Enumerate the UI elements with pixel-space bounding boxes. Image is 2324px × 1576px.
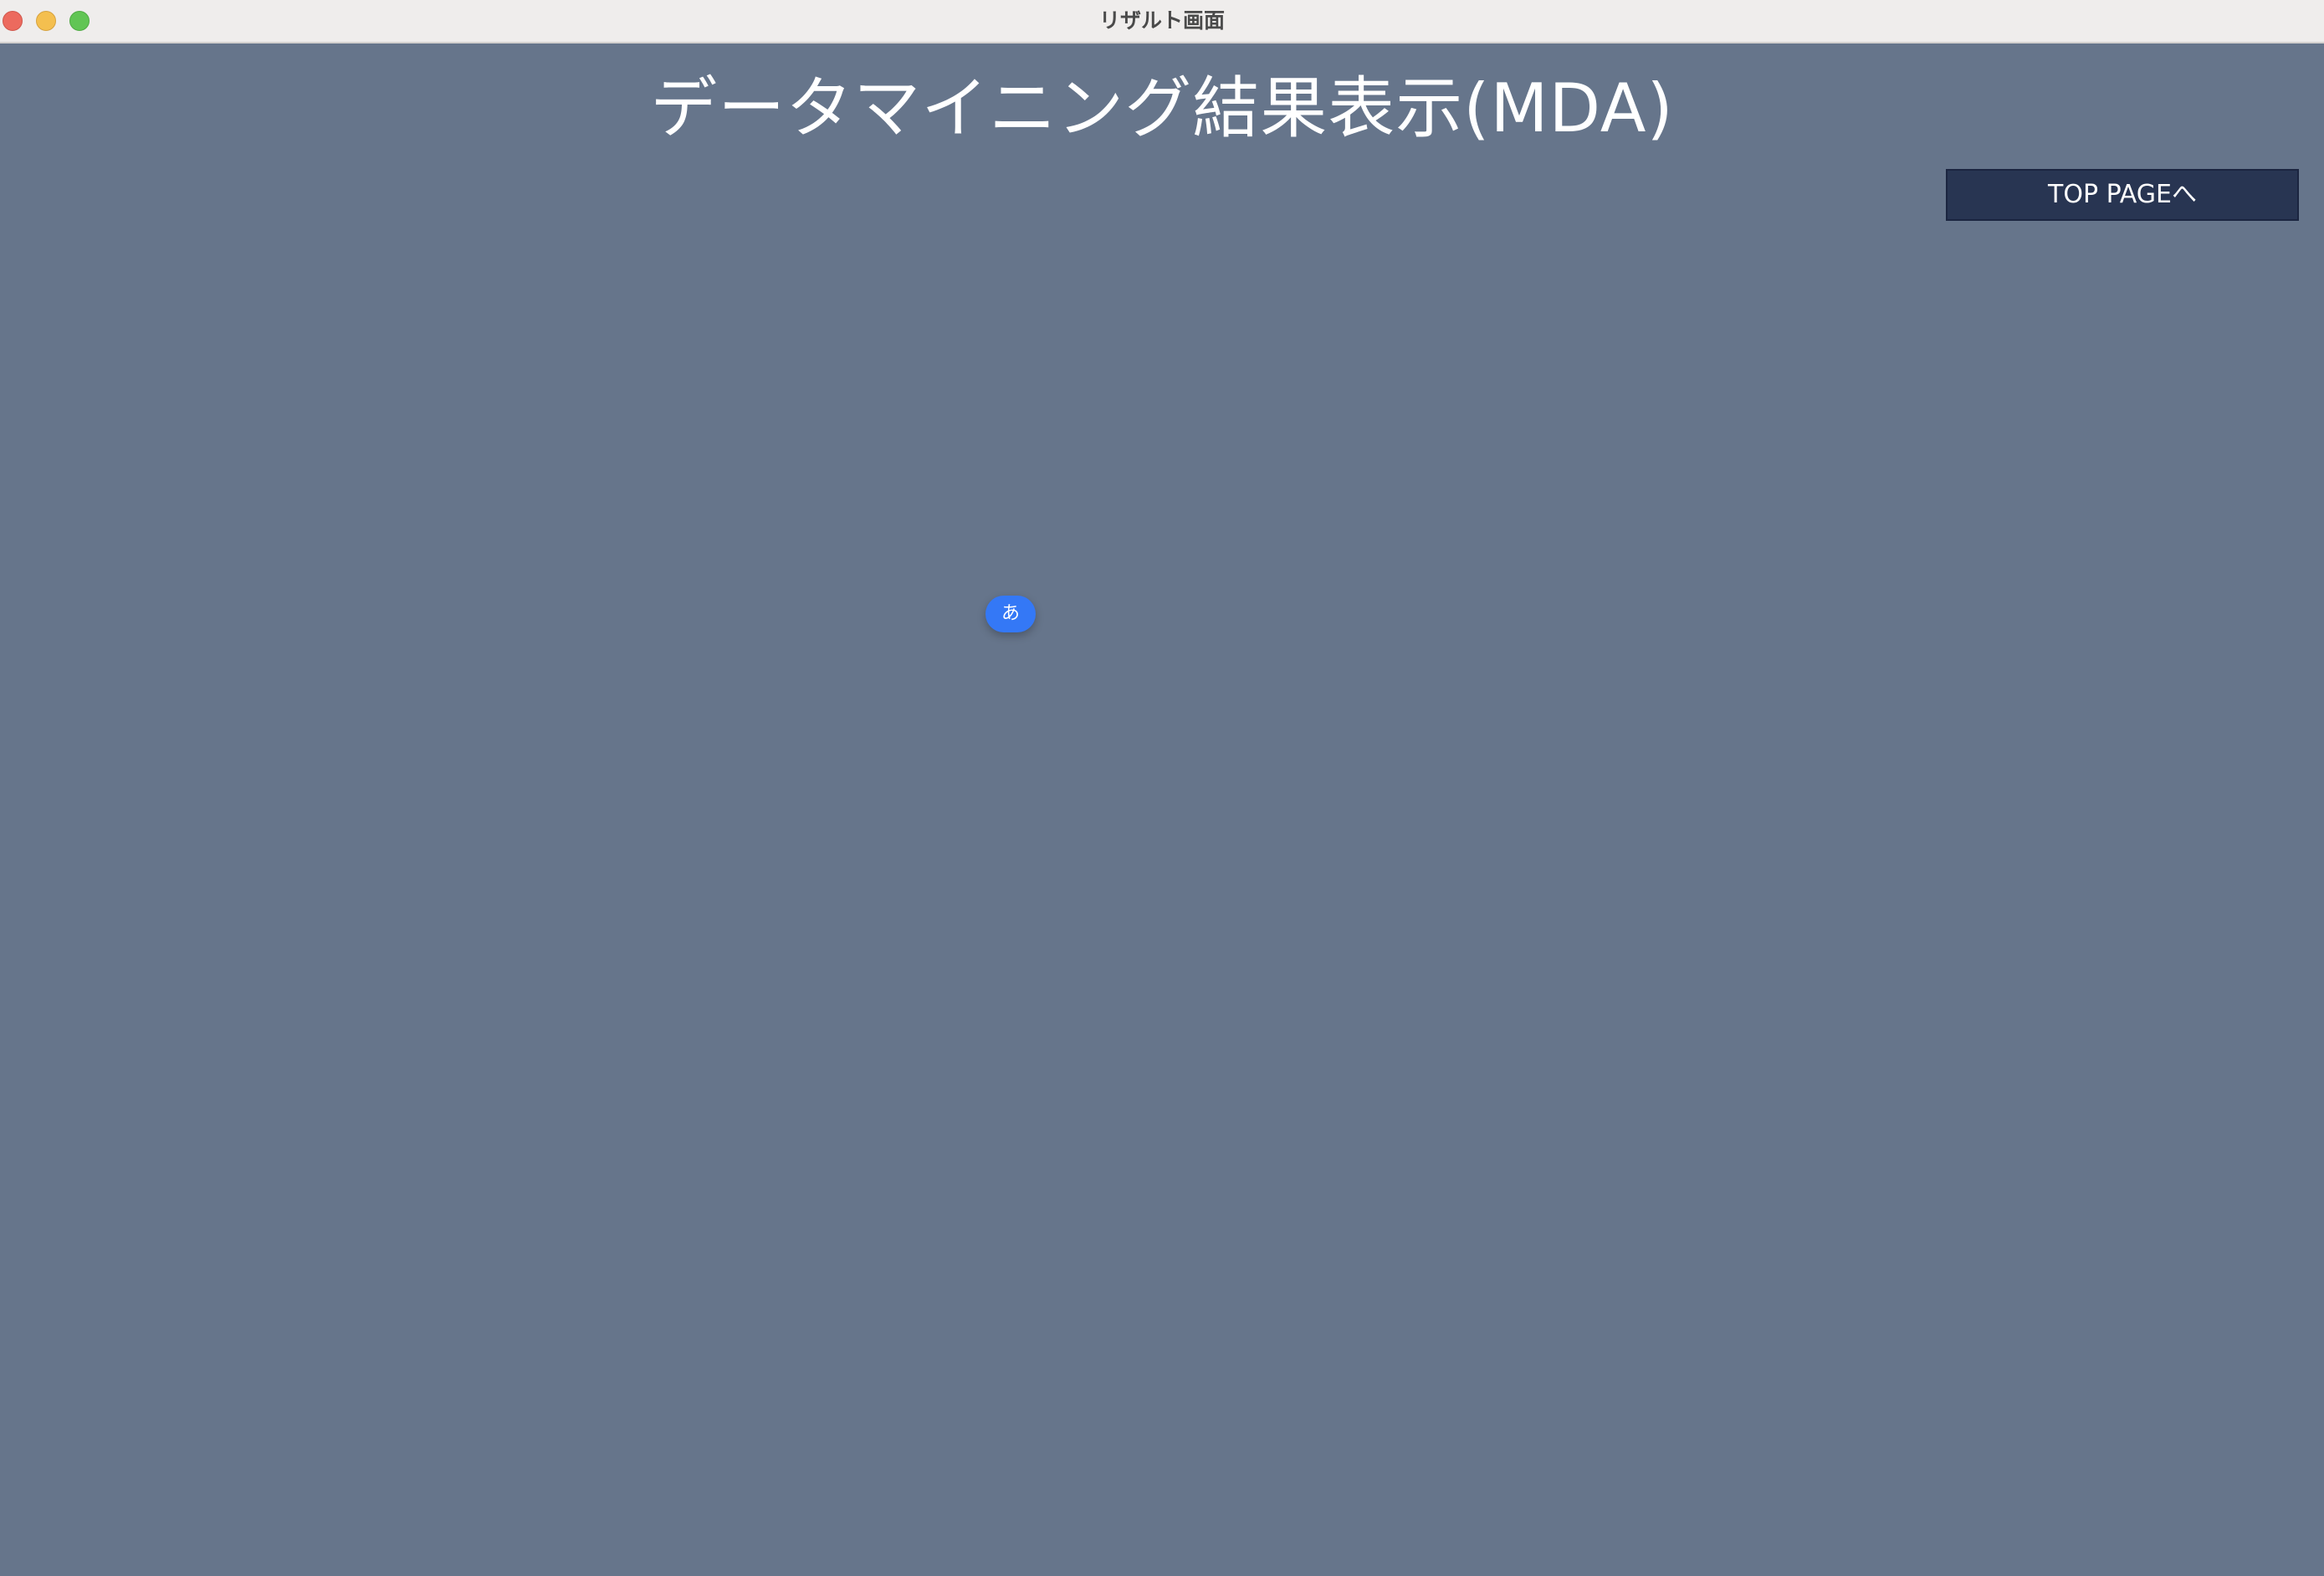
- page-title: データマイニング結果表示(MDA): [650, 69, 1674, 147]
- title-bar[interactable]: リザルト画面: [0, 0, 2324, 43]
- result-window: リザルト画面 データマイニング結果表示(MDA) TOP PAGEへ あ: [0, 0, 2324, 1576]
- main-content: データマイニング結果表示(MDA) TOP PAGEへ あ: [0, 43, 2324, 1576]
- window-title: リザルト画面: [1098, 8, 1225, 33]
- ime-input-mode-indicator: あ: [985, 596, 1036, 632]
- top-page-button[interactable]: TOP PAGEへ: [1946, 169, 2299, 221]
